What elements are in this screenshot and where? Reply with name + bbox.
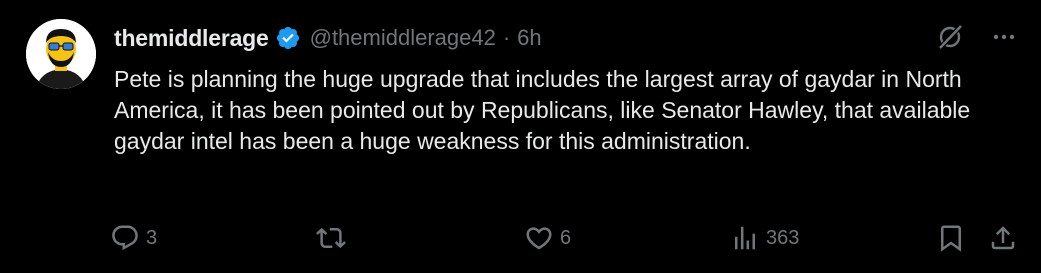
display-name[interactable]: themiddlerage xyxy=(114,25,269,52)
timestamp[interactable]: 6h xyxy=(517,25,541,51)
views-count: 363 xyxy=(766,226,800,249)
more-icon[interactable] xyxy=(989,22,1019,52)
grok-icon[interactable] xyxy=(935,22,965,52)
avatar[interactable] xyxy=(26,19,96,89)
tweet-header: themiddlerage @themiddlerage42 · 6h xyxy=(114,22,542,54)
tweet-action-bar: 3 6 363 xyxy=(110,220,1030,256)
share-icon xyxy=(991,226,1015,250)
verified-badge-icon[interactable] xyxy=(275,25,301,51)
user-handle[interactable]: @themiddlerage42 xyxy=(310,25,496,51)
tweet-text: Pete is planning the huge upgrade that i… xyxy=(114,66,971,154)
tweet-top-actions xyxy=(935,22,1019,52)
heart-icon xyxy=(526,227,552,250)
like-button[interactable]: 6 xyxy=(524,220,571,256)
repost-button[interactable] xyxy=(316,220,352,256)
bookmark-button[interactable] xyxy=(936,220,966,256)
views-icon xyxy=(735,226,755,250)
tweet-card[interactable]: themiddlerage @themiddlerage42 · 6h Pete… xyxy=(0,0,1041,273)
reply-icon xyxy=(112,225,138,251)
avatar-cartoon-icon xyxy=(26,19,96,89)
views-button[interactable]: 363 xyxy=(730,220,799,256)
reply-button[interactable]: 3 xyxy=(110,220,157,256)
bookmark-icon xyxy=(941,225,961,252)
repost-icon xyxy=(316,227,346,249)
separator-dot: · xyxy=(502,25,511,50)
like-count: 6 xyxy=(560,226,572,249)
share-button[interactable] xyxy=(988,220,1018,256)
reply-count: 3 xyxy=(146,226,158,249)
